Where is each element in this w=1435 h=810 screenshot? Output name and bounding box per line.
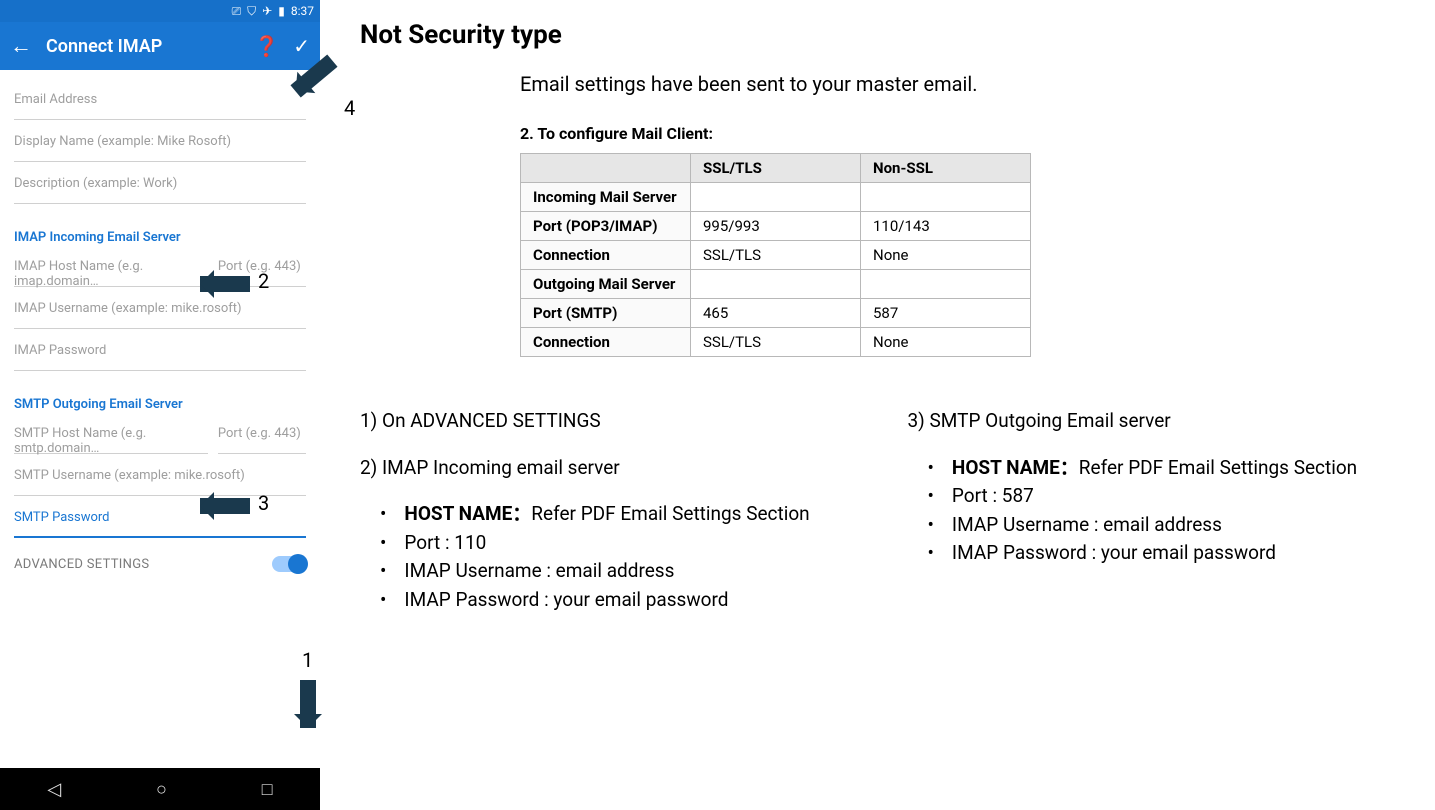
doc-body: Not Security type Email settings have be… (360, 20, 1425, 614)
annot-num-3: 3 (258, 491, 269, 515)
table-row: ConnectionSSL/TLSNone (521, 241, 1031, 270)
battery-icon: ▮ (278, 4, 285, 18)
instructions-right: 3) SMTP Outgoing Email server HOST NAME：… (908, 407, 1426, 614)
smtp-port-field[interactable]: Port (e.g. 443) (218, 412, 306, 454)
list-item: Port : 587 (928, 482, 1426, 511)
left-bullets: HOST NAME：Refer PDF Email Settings Secti… (360, 500, 878, 614)
row-label: Port (POP3/IMAP) (521, 212, 691, 241)
th-ssl: SSL/TLS (691, 154, 861, 183)
cast-icon: ⎚ (232, 4, 242, 19)
annot-arrow-1 (300, 680, 316, 728)
description-field[interactable]: Description (example: Work) (14, 162, 306, 204)
list-item: IMAP Password : your email password (928, 539, 1426, 568)
clock: 8:37 (291, 4, 314, 18)
annot-num-1: 1 (302, 648, 313, 672)
nav-recent-icon[interactable]: □ (262, 779, 273, 800)
wifi-icon: ⛉ (247, 4, 256, 19)
display-name-field[interactable]: Display Name (example: Mike Rosoft) (14, 120, 306, 162)
table-row: Incoming Mail Server (521, 183, 1031, 212)
instructions-left: 1) On ADVANCED SETTINGS 2) IMAP Incoming… (360, 407, 878, 614)
list-item: IMAP Username : email address (928, 511, 1426, 540)
annot-num-2: 2 (258, 269, 269, 293)
row-nonssl: 587 (861, 299, 1031, 328)
email-field[interactable]: Email Address (14, 78, 306, 120)
step-1: 1) On ADVANCED SETTINGS (360, 407, 878, 436)
row-ssl: SSL/TLS (691, 328, 861, 357)
row-ssl: 995/993 (691, 212, 861, 241)
step-3: 3) SMTP Outgoing Email server (908, 407, 1426, 436)
row-label: Incoming Mail Server (521, 183, 691, 212)
android-phone-mock: ⎚ ⛉ ✈ ▮ 8:37 ← Connect IMAP ❓ ✓ Email Ad… (0, 0, 320, 810)
airplane-icon: ✈ (262, 4, 272, 18)
imap-username-field[interactable]: IMAP Username (example: mike.rosoft) (14, 287, 306, 329)
row-ssl: 465 (691, 299, 861, 328)
row-nonssl: 110/143 (861, 212, 1031, 241)
app-bar: ← Connect IMAP ❓ ✓ (0, 22, 320, 70)
right-bullets: HOST NAME：Refer PDF Email Settings Secti… (908, 454, 1426, 568)
table-row: Outgoing Mail Server (521, 270, 1031, 299)
annot-num-4: 4 (344, 96, 355, 120)
help-icon[interactable]: ❓ (254, 34, 279, 58)
page-title: Connect IMAP (46, 36, 240, 57)
advanced-settings-label: ADVANCED SETTINGS (14, 557, 149, 572)
row-label: Connection (521, 328, 691, 357)
row-ssl (691, 183, 861, 212)
smtp-section-label: SMTP Outgoing Email Server (14, 397, 306, 412)
row-nonssl: None (861, 241, 1031, 270)
row-label: Outgoing Mail Server (521, 270, 691, 299)
smtp-username-field[interactable]: SMTP Username (example: mike.rosoft) (14, 454, 306, 496)
form: Email Address Display Name (example: Mik… (0, 70, 320, 538)
list-item: IMAP Username : email address (380, 557, 878, 586)
th-blank (521, 154, 691, 183)
advanced-settings-row: ADVANCED SETTINGS (0, 538, 320, 586)
smtp-host-field[interactable]: SMTP Host Name (e.g. smtp.domain… (14, 412, 208, 454)
list-item: HOST NAME：Refer PDF Email Settings Secti… (928, 454, 1426, 483)
row-label: Port (SMTP) (521, 299, 691, 328)
row-ssl (691, 270, 861, 299)
list-item: HOST NAME：Refer PDF Email Settings Secti… (380, 500, 878, 529)
confirm-icon[interactable]: ✓ (293, 34, 310, 58)
doc-title: Not Security type (360, 20, 1425, 50)
imap-password-field[interactable]: IMAP Password (14, 329, 306, 371)
status-bar: ⎚ ⛉ ✈ ▮ 8:37 (0, 0, 320, 22)
row-label: Connection (521, 241, 691, 270)
annot-arrow-2 (200, 276, 250, 292)
row-nonssl (861, 270, 1031, 299)
config-table: SSL/TLS Non-SSL Incoming Mail ServerPort… (520, 153, 1031, 357)
nav-home-icon[interactable]: ○ (156, 779, 167, 800)
list-item: IMAP Password : your email password (380, 586, 878, 615)
advanced-settings-toggle[interactable] (272, 556, 306, 572)
table-row: Port (POP3/IMAP)995/993110/143 (521, 212, 1031, 241)
back-icon[interactable]: ← (10, 33, 32, 59)
android-nav-bar: ◁ ○ □ (0, 768, 320, 810)
step-2: 2) IMAP Incoming email server (360, 454, 878, 483)
imap-host-field[interactable]: IMAP Host Name (e.g. imap.domain… (14, 245, 208, 287)
row-nonssl: None (861, 328, 1031, 357)
list-item: Port : 110 (380, 529, 878, 558)
th-nonssl: Non-SSL (861, 154, 1031, 183)
table-row: Port (SMTP)465587 (521, 299, 1031, 328)
row-ssl: SSL/TLS (691, 241, 861, 270)
table-row: ConnectionSSL/TLSNone (521, 328, 1031, 357)
imap-section-label: IMAP Incoming Email Server (14, 230, 306, 245)
nav-back-icon[interactable]: ◁ (47, 779, 61, 800)
row-nonssl (861, 183, 1031, 212)
doc-subtitle: Email settings have been sent to your ma… (520, 72, 1425, 96)
annot-arrow-3 (200, 498, 250, 514)
config-title: 2. To configure Mail Client: (520, 124, 1425, 143)
